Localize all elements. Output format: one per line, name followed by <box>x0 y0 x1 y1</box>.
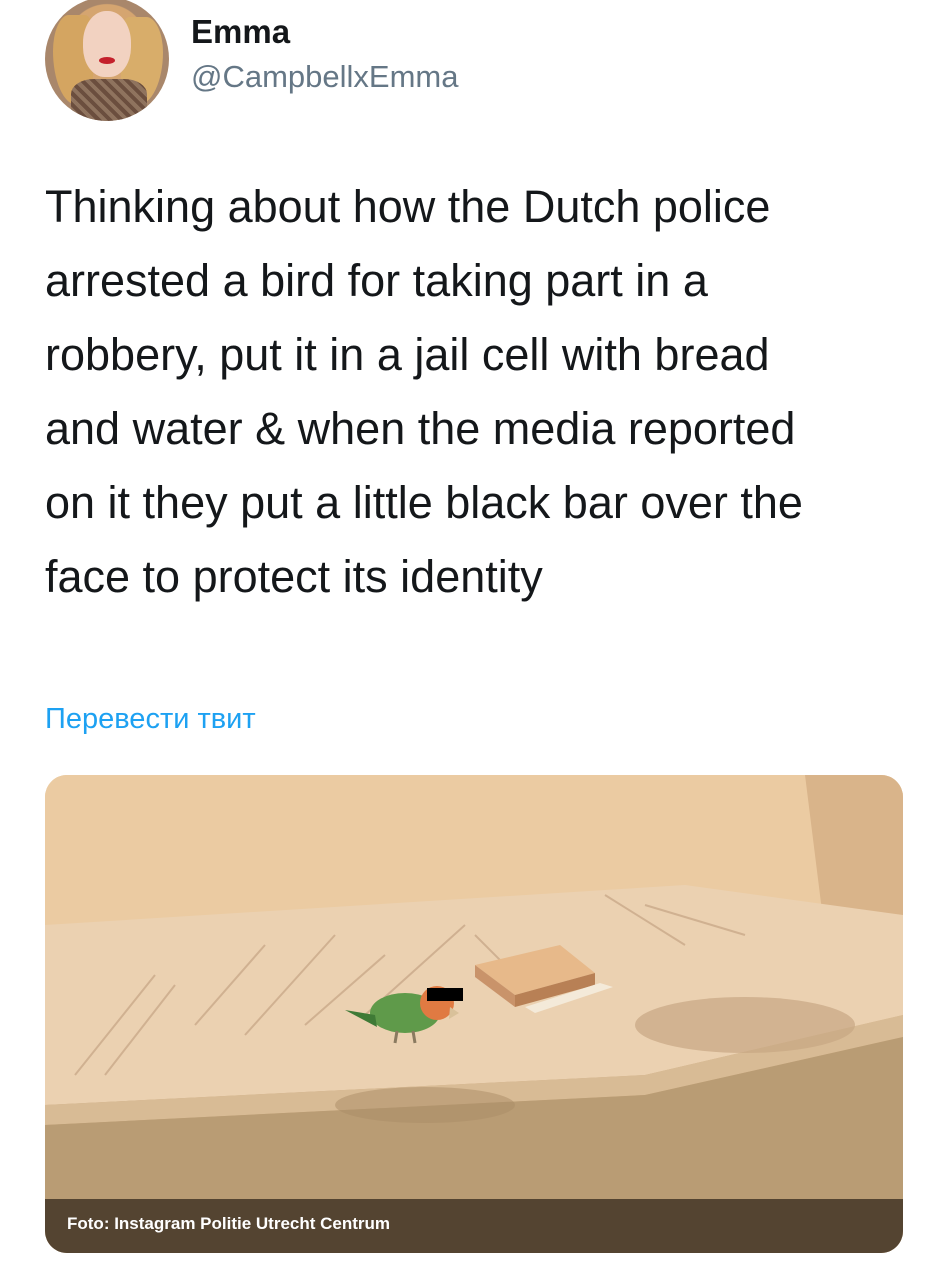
avatar[interactable] <box>45 0 169 121</box>
water-puddle <box>635 997 855 1053</box>
avatar-face <box>83 11 131 77</box>
user-handle[interactable]: @CampbellxEmma <box>191 59 458 95</box>
translate-tweet-link[interactable]: Перевести твит <box>45 703 256 736</box>
tweet-media-image[interactable]: Foto: Instagram Politie Utrecht Centrum <box>45 775 903 1253</box>
tweet-text: Thinking about how the Dutch police arre… <box>45 181 803 602</box>
floor-reflection <box>335 1087 515 1123</box>
tweet-header: Emma @CampbellxEmma <box>45 0 905 122</box>
user-name[interactable]: Emma <box>191 13 290 51</box>
avatar-lips <box>99 57 115 64</box>
photo-caption-bar: Foto: Instagram Politie Utrecht Centrum <box>45 1199 903 1253</box>
bird-leg-left <box>393 1030 399 1044</box>
identity-censor-bar <box>427 988 463 1001</box>
photo-caption: Foto: Instagram Politie Utrecht Centrum <box>67 1214 391 1233</box>
avatar-coat <box>71 79 147 121</box>
bird-leg-right <box>411 1030 417 1044</box>
jail-cell-photo <box>45 775 903 1253</box>
